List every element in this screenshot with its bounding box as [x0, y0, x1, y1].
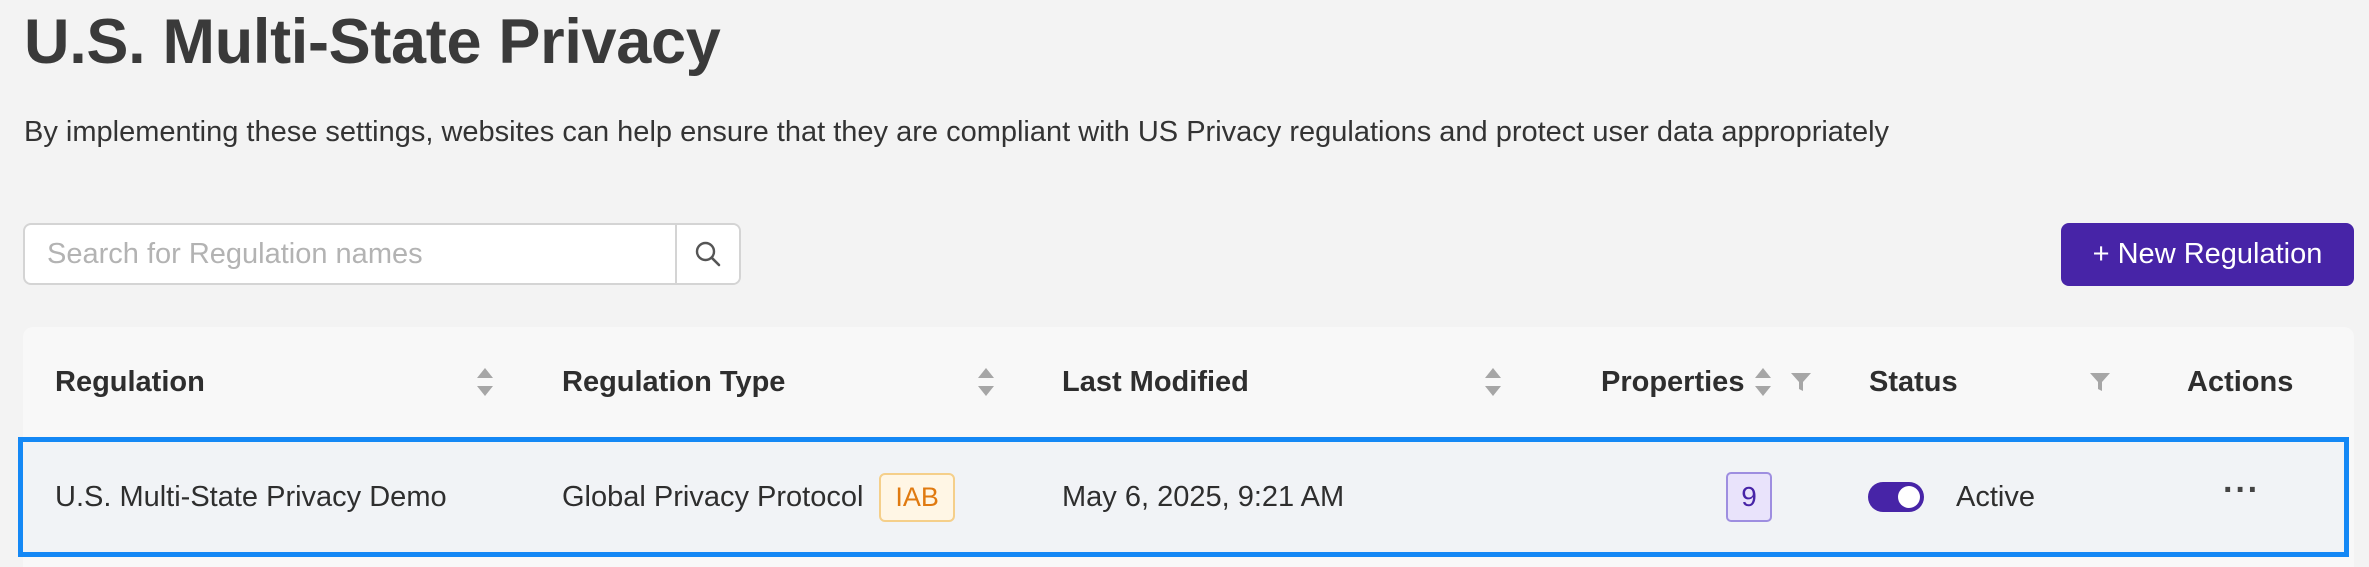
column-header-label: Regulation — [55, 365, 205, 398]
regulation-type-cell: Global Privacy Protocol IAB — [562, 442, 955, 552]
properties-count-badge[interactable]: 9 — [1726, 472, 1772, 522]
column-header-status[interactable]: Status — [1869, 327, 1958, 437]
regulation-type: Global Privacy Protocol — [562, 480, 864, 513]
column-header-label: Properties — [1601, 365, 1745, 398]
filter-icon[interactable] — [1790, 371, 1812, 393]
column-header-last-modified[interactable]: Last Modified — [1062, 327, 1249, 437]
regulation-name: U.S. Multi-State Privacy Demo — [55, 480, 447, 513]
status-toggle[interactable] — [1868, 482, 1924, 512]
column-header-regulation-type[interactable]: Regulation Type — [562, 327, 785, 437]
last-modified: May 6, 2025, 9:21 AM — [1062, 480, 1345, 513]
regulation-name-cell[interactable]: U.S. Multi-State Privacy Demo — [55, 442, 447, 552]
page-title: U.S. Multi-State Privacy — [24, 7, 721, 77]
column-header-label: Status — [1869, 365, 1958, 398]
page-description: By implementing these settings, websites… — [24, 116, 1890, 148]
filter-icon[interactable] — [2089, 371, 2111, 393]
actions-cell: ··· — [2223, 442, 2260, 552]
regulations-table: Regulation Regulation Type Last Modified… — [18, 327, 2354, 567]
iab-tag: IAB — [879, 472, 955, 522]
search-icon — [695, 241, 721, 267]
sort-icon[interactable] — [475, 365, 495, 399]
column-header-properties[interactable]: Properties — [1601, 327, 1744, 437]
table-row[interactable]: U.S. Multi-State Privacy Demo Global Pri… — [18, 437, 2349, 557]
column-header-label: Regulation Type — [562, 365, 786, 398]
properties-cell: 9 — [1726, 442, 1772, 552]
last-modified-cell: May 6, 2025, 9:21 AM — [1062, 442, 1344, 552]
more-actions-icon[interactable]: ··· — [2223, 471, 2260, 510]
search-input[interactable] — [25, 225, 675, 283]
sort-icon[interactable] — [1483, 365, 1503, 399]
search-button[interactable] — [675, 225, 739, 283]
status-cell: Active — [1868, 442, 2035, 552]
search-box — [23, 223, 741, 285]
column-header-actions: Actions — [2187, 327, 2293, 437]
column-header-regulation[interactable]: Regulation — [55, 327, 205, 437]
new-regulation-button[interactable]: + New Regulation — [2061, 223, 2354, 286]
toggle-knob — [1898, 486, 1920, 508]
sort-icon[interactable] — [1753, 365, 1773, 399]
sort-icon[interactable] — [976, 365, 996, 399]
column-header-label: Last Modified — [1062, 365, 1249, 398]
column-header-label: Actions — [2187, 365, 2294, 398]
status-label: Active — [1956, 480, 2035, 513]
